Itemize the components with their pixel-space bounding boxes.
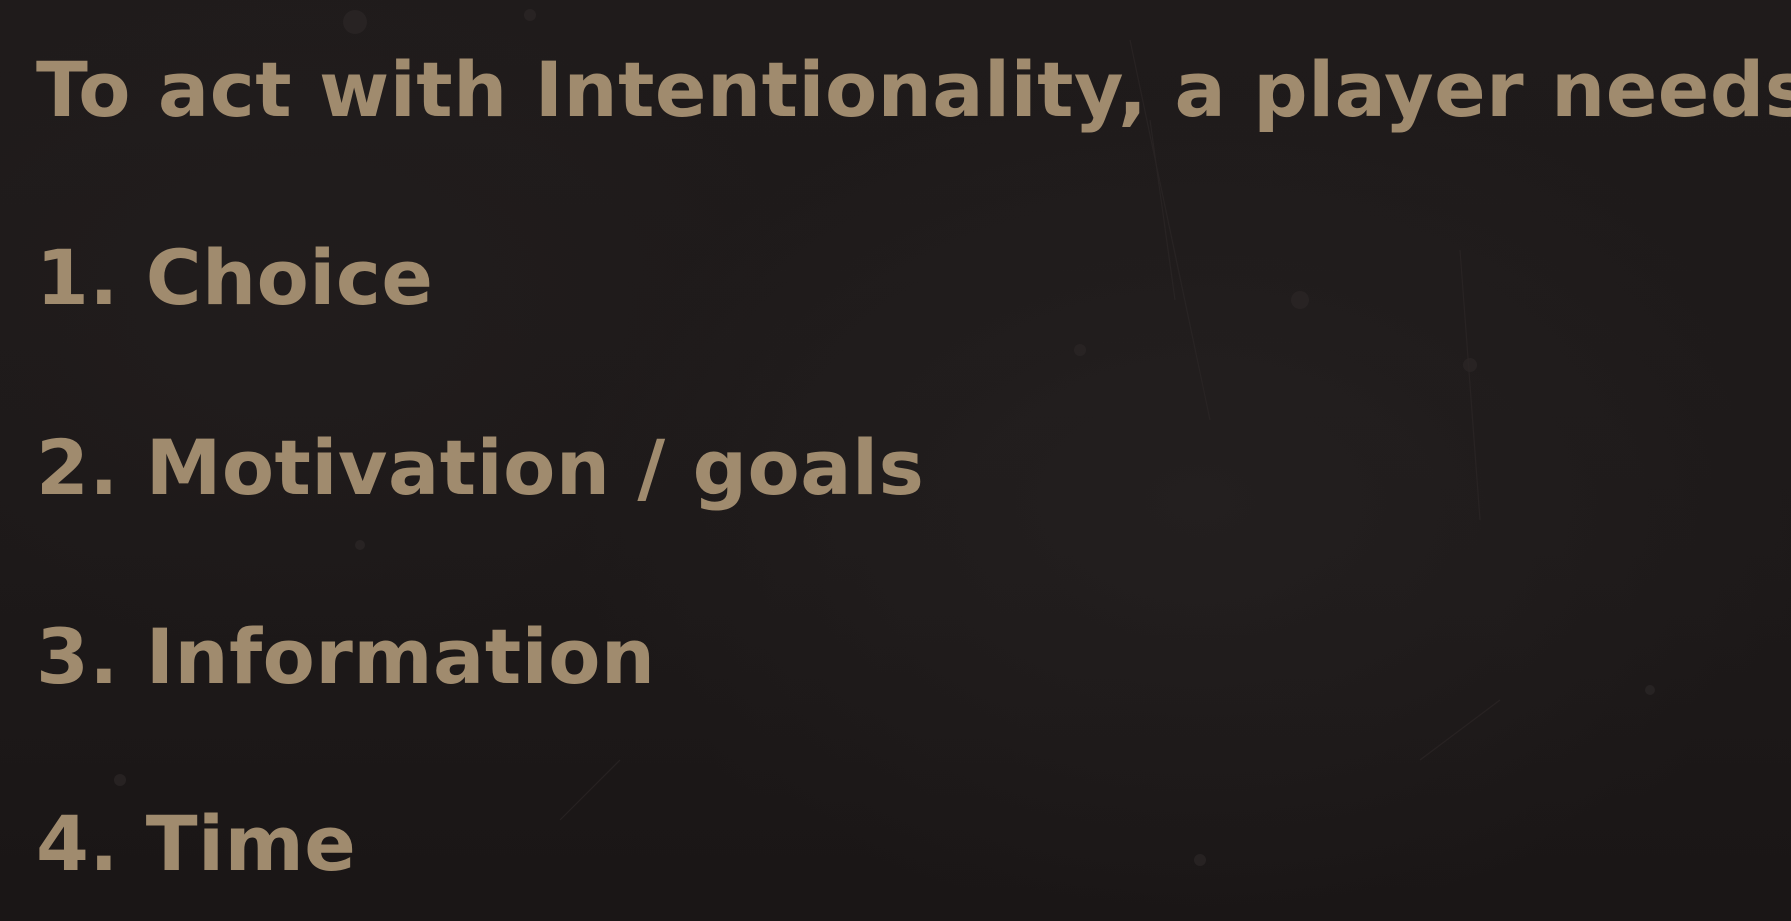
presentation-slide: To act with Intentionality, a player nee… xyxy=(0,0,1791,921)
slide-heading: To act with Intentionality, a player nee… xyxy=(36,45,1791,134)
list-item-choice: 1. Choice xyxy=(36,233,434,322)
list-item-motivation-goals: 2. Motivation / goals xyxy=(36,423,925,512)
list-item-information: 3. Information xyxy=(36,612,656,701)
list-item-time: 4. Time xyxy=(36,799,357,888)
